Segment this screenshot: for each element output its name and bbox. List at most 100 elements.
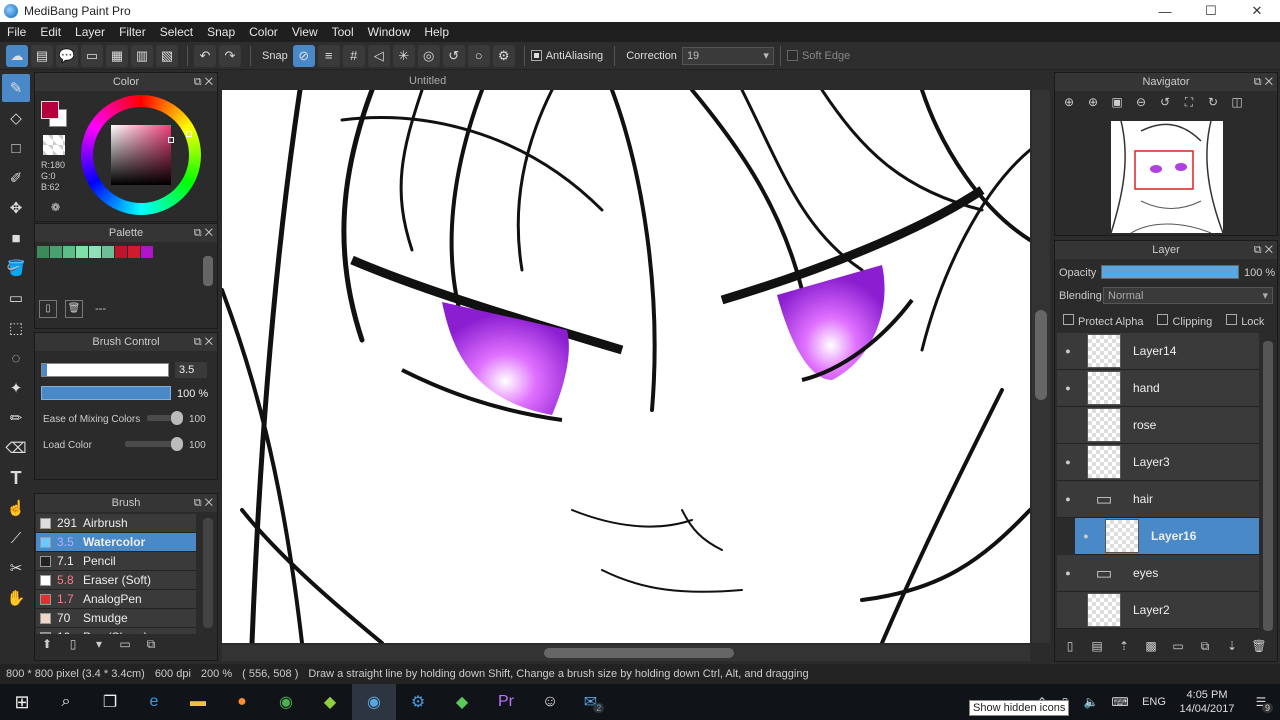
cat-app-icon[interactable]: ☺	[528, 684, 572, 720]
palette-swatch[interactable]	[102, 246, 114, 258]
menu-select[interactable]: Select	[153, 25, 200, 39]
palette-scrollbar[interactable]	[203, 256, 213, 286]
hand-tool-icon[interactable]: ✋	[2, 584, 30, 612]
color-mode-icon[interactable]: ❁	[51, 201, 60, 214]
clipping-option[interactable]: Clipping	[1157, 314, 1212, 328]
new-layer-icon[interactable]: ▯	[1059, 639, 1081, 654]
layer-row[interactable]: ● ▭ eyes	[1057, 555, 1259, 592]
protect-alpha-option[interactable]: Protect Alpha	[1063, 314, 1143, 328]
snap-off-icon[interactable]: ⊘	[292, 44, 315, 67]
palette-swatch[interactable]	[63, 246, 75, 258]
firefox-icon[interactable]: ●	[220, 684, 264, 720]
layer-row[interactable]: ● Layer16	[1075, 518, 1259, 555]
volume-icon[interactable]: 🔈	[1078, 695, 1104, 709]
menu-help[interactable]: Help	[417, 25, 456, 39]
visibility-eye-icon[interactable]: ●	[1057, 346, 1079, 356]
snap-radial-icon[interactable]: ✳	[392, 44, 415, 67]
snap-grid-icon[interactable]: #	[342, 44, 365, 67]
palette-add-icon[interactable]: ▯	[39, 300, 57, 318]
halftone-icon[interactable]: ▩	[1140, 639, 1162, 654]
close-button[interactable]: ✕	[1234, 3, 1280, 19]
select-tool-icon[interactable]: ⬚	[2, 314, 30, 342]
protect-alpha-checkbox[interactable]	[1063, 314, 1074, 325]
brush-item[interactable]: 10Pen (Sharp)	[36, 628, 196, 634]
sims-app-icon[interactable]: ◆	[440, 684, 484, 720]
merge-icon[interactable]: ⇣	[1221, 639, 1243, 654]
rotate-left-icon[interactable]: ↺	[1155, 95, 1175, 110]
zoom-in-2-icon[interactable]: ⊕	[1083, 95, 1103, 110]
layer-row[interactable]: Layer2	[1057, 592, 1259, 629]
undo-icon[interactable]: ↶	[194, 44, 216, 67]
snap-ellipse-icon[interactable]: ○	[467, 44, 490, 67]
palette-swatch[interactable]	[115, 246, 127, 258]
soft-edge-checkbox[interactable]	[786, 50, 798, 61]
zoom-out-icon[interactable]: ⊖	[1131, 95, 1151, 110]
settings-app-icon[interactable]: ⚙	[396, 684, 440, 720]
search-icon[interactable]: ⌕	[44, 684, 88, 720]
palette-swatch[interactable]	[76, 246, 88, 258]
magic-wand-tool-icon[interactable]: ✦	[2, 374, 30, 402]
text-bubble-icon[interactable]: ▭	[81, 44, 103, 67]
load-color-slider[interactable]	[125, 437, 183, 451]
panel-buttons-icon[interactable]: ⧉ ✕	[194, 73, 213, 91]
notification-icon[interactable]: ☰ 9	[1242, 695, 1280, 713]
menu-snap[interactable]: Snap	[200, 25, 242, 39]
fullscreen-icon[interactable]: ⛶	[1179, 95, 1199, 110]
visibility-eye-icon[interactable]: ●	[1057, 383, 1079, 393]
brush-item[interactable]: 1.7 AnalogPen	[36, 590, 196, 609]
brush-tool-icon[interactable]: ✎	[2, 74, 30, 102]
layer-up-icon[interactable]: ⇡	[1113, 639, 1135, 654]
layer-add-icon[interactable]: ▤	[31, 44, 53, 67]
palette-swatch[interactable]	[37, 246, 49, 258]
text-tool-icon[interactable]: T	[2, 464, 30, 492]
load-color-slider-knob[interactable]	[171, 437, 183, 451]
minimize-button[interactable]: —	[1142, 4, 1188, 19]
brush-cloud-icon[interactable]: ⬆	[37, 637, 57, 657]
brush-item[interactable]: 7.1 Pencil	[36, 552, 196, 571]
eyedropper-tool-icon[interactable]: ⟋	[2, 524, 30, 552]
panel-buttons-icon[interactable]: ⧉ ✕	[194, 333, 213, 351]
mixing-slider[interactable]	[147, 411, 183, 425]
menu-edit[interactable]: Edit	[33, 25, 68, 39]
snap-curve-icon[interactable]: ↺	[442, 44, 465, 67]
select-eraser-tool-icon[interactable]: ⌫	[2, 434, 30, 462]
fill-rect-tool-icon[interactable]: ■	[2, 224, 30, 252]
brush-size-value[interactable]: 3.5	[175, 362, 207, 378]
mixing-slider-knob[interactable]	[171, 411, 183, 425]
canvas-tab[interactable]: Untitled	[222, 72, 1052, 90]
brush-add-icon[interactable]: ▯	[63, 637, 83, 657]
page-icon[interactable]: ▦	[106, 44, 128, 67]
language-indicator[interactable]: ENG	[1136, 696, 1172, 708]
brush-opacity-bar[interactable]	[41, 386, 171, 400]
snap-settings-icon[interactable]: ⚙	[492, 44, 515, 67]
transparent-swatch[interactable]	[43, 135, 65, 155]
layer-opacity-bar[interactable]	[1101, 265, 1239, 279]
lock-option[interactable]: Lock	[1226, 314, 1264, 328]
layer-row[interactable]: ● Layer14	[1057, 333, 1259, 370]
panel-buttons-icon[interactable]: ⧉ ✕	[1254, 73, 1273, 91]
brush-folder-icon[interactable]: ▭	[115, 637, 135, 657]
gradient-tool-icon[interactable]: ▭	[2, 284, 30, 312]
blending-select[interactable]: Normal ▾	[1103, 287, 1273, 304]
clipping-checkbox[interactable]	[1157, 314, 1169, 325]
lock-checkbox[interactable]	[1226, 314, 1238, 325]
layer-row[interactable]: ● hand	[1057, 370, 1259, 407]
brush-scrollbar[interactable]	[203, 518, 213, 628]
rotate-right-icon[interactable]: ↻	[1203, 95, 1223, 110]
duplicate-layer-icon[interactable]: ⧉	[1194, 639, 1216, 654]
panel-buttons-icon[interactable]: ⧉ ✕	[1254, 241, 1273, 259]
canvas-horizontal-scrollbar[interactable]	[222, 645, 1030, 661]
sketch-app-icon[interactable]: ◆	[308, 684, 352, 720]
frame-icon[interactable]: ▧	[156, 44, 178, 67]
snap-parallel-icon[interactable]: ≡	[317, 44, 340, 67]
chrome-icon[interactable]: ◉	[264, 684, 308, 720]
messenger-icon[interactable]: ✉ 2	[572, 684, 616, 720]
menu-view[interactable]: View	[285, 25, 325, 39]
menu-window[interactable]: Window	[361, 25, 418, 39]
windows-start-icon[interactable]: ⊞	[0, 684, 44, 720]
layer-scrollbar[interactable]	[1263, 341, 1273, 631]
keyboard-icon[interactable]: ⌨	[1104, 695, 1136, 709]
move-tool-icon[interactable]: ✥	[2, 194, 30, 222]
select-pen-tool-icon[interactable]: ✏	[2, 404, 30, 432]
brush-item[interactable]: 291 Airbrush	[36, 514, 196, 533]
